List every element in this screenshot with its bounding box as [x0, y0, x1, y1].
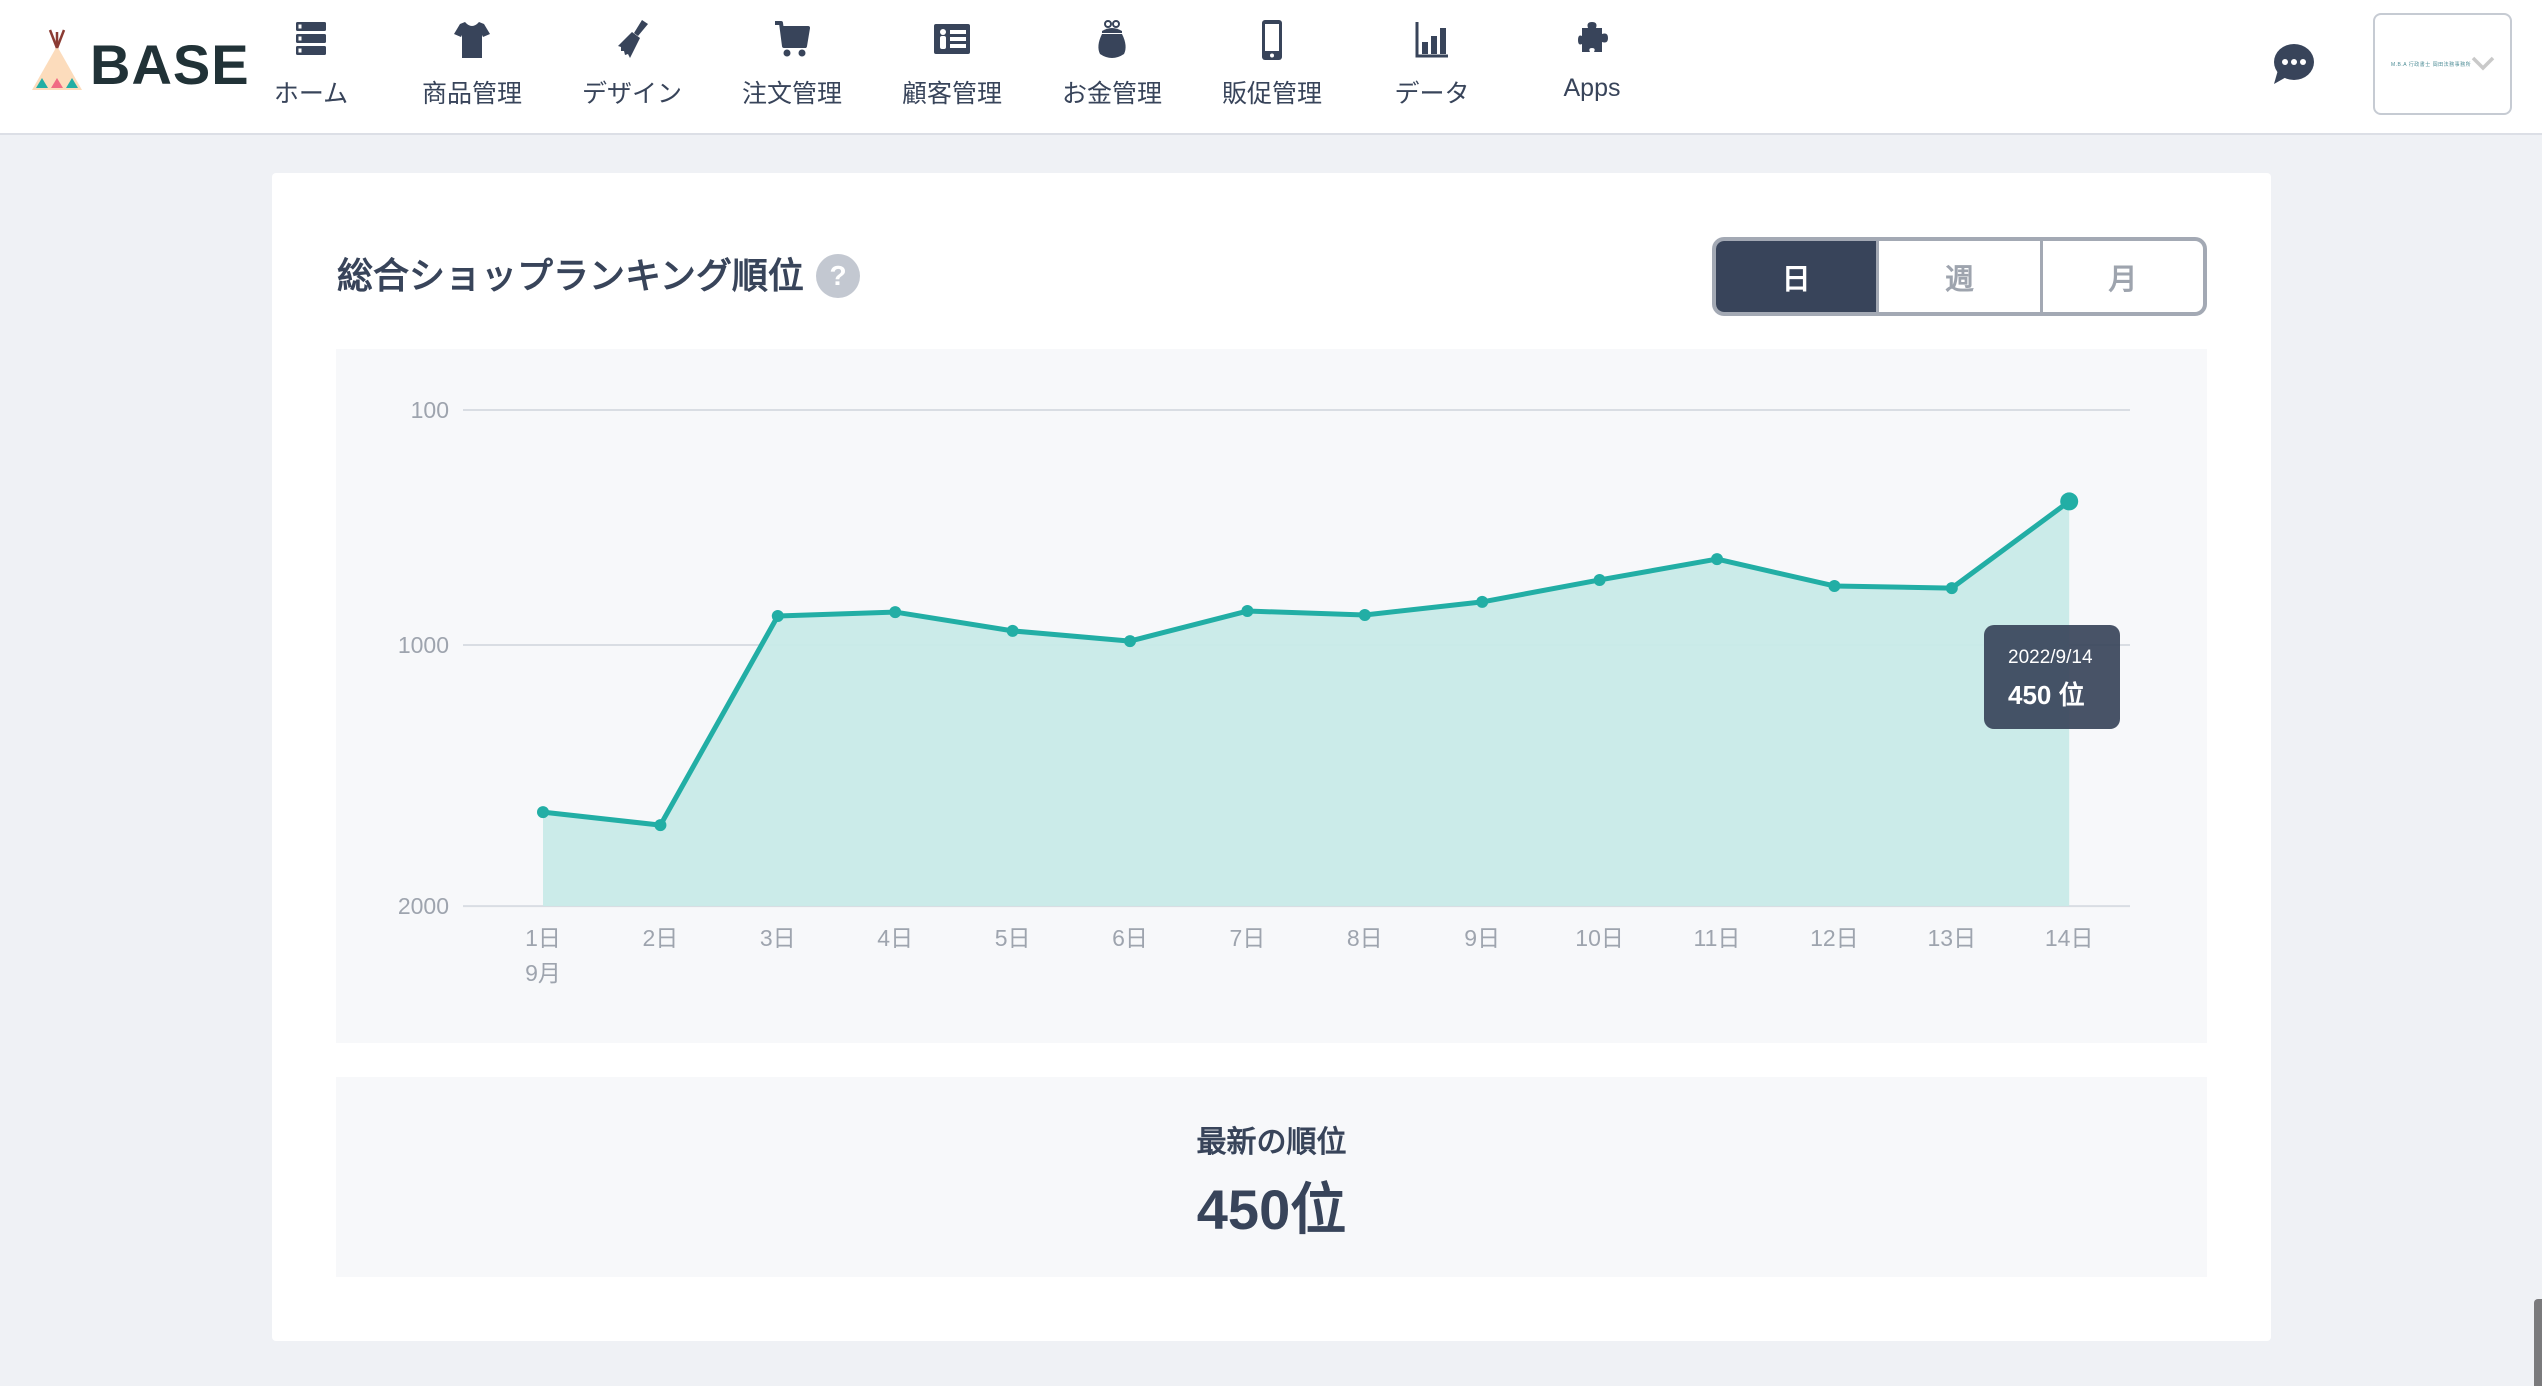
- nav-label: 販促管理: [1221, 80, 1322, 108]
- logo-text: BASE: [90, 33, 250, 96]
- data-point[interactable]: [2060, 492, 2079, 511]
- x-month-label: 9月: [525, 960, 561, 986]
- latest-rank-label: 最新の順位: [1196, 1126, 1347, 1159]
- nav-items[interactable]: 商品管理: [397, 18, 547, 118]
- server-stack-icon: [296, 22, 326, 55]
- x-tick-label: 5日: [995, 925, 1031, 951]
- chart-tooltip: 2022/9/14 450 位: [1984, 625, 2120, 729]
- data-point[interactable]: [537, 806, 549, 819]
- x-tick-label: 13日: [1928, 925, 1977, 951]
- series-area: [543, 501, 2070, 907]
- data-point[interactable]: [1241, 605, 1254, 618]
- bar-chart-icon: [1415, 22, 1448, 58]
- data-point[interactable]: [1828, 579, 1841, 592]
- nav-customers[interactable]: 顧客管理: [877, 18, 1027, 118]
- tooltip-date: 2022/9/14: [2008, 647, 2093, 668]
- tab-day[interactable]: 日: [1716, 241, 1877, 312]
- x-tick-label: 7日: [1230, 925, 1266, 951]
- x-tick-label: 2日: [643, 925, 679, 951]
- page-scrollbar[interactable]: [2534, 1299, 2542, 1386]
- data-point[interactable]: [1124, 635, 1136, 648]
- nav-home[interactable]: ホーム: [236, 18, 386, 118]
- chat-bubble-icon[interactable]: [2270, 42, 2316, 86]
- top-header: BASE ホーム 商品管理 デザイン 注文管理 顧客管理 お金管理 販促管理 デ…: [0, 0, 2542, 135]
- nav-label: Apps: [1563, 74, 1621, 102]
- cart-icon: [775, 21, 810, 57]
- nav-label: デザイン: [581, 80, 682, 108]
- nav-promotion[interactable]: 販促管理: [1197, 18, 1347, 118]
- period-toggle: 日 週 月: [1712, 237, 2207, 316]
- x-tick-label: 12日: [1810, 925, 1859, 951]
- data-point[interactable]: [1593, 573, 1606, 586]
- y-tick-label: 100: [411, 397, 449, 423]
- id-card-icon: [934, 24, 970, 54]
- nav-label: データ: [1394, 80, 1470, 108]
- tab-week[interactable]: 週: [1876, 241, 2039, 312]
- nav-orders[interactable]: 注文管理: [717, 18, 867, 118]
- x-tick-label: 8日: [1347, 925, 1383, 951]
- tab-month[interactable]: 月: [2039, 241, 2203, 312]
- nav-data[interactable]: データ: [1357, 18, 1507, 118]
- y-tick-label: 2000: [398, 893, 449, 919]
- ranking-card: 総合ショップランキング順位 ? 日 週 月 100 1000 2000 1日 2日 3日…: [272, 173, 2271, 1341]
- x-tick-label: 1日: [525, 925, 561, 951]
- paintbrush-icon: [618, 20, 648, 58]
- tooltip-value: 450 位: [2008, 680, 2085, 710]
- nav-label: お金管理: [1061, 80, 1162, 108]
- chart-svg: 100 1000 2000 1日 2日 3日 4日 5日 6日 7日 8日 9日 10日 11日 12日 1…: [398, 397, 2130, 986]
- nav-label: ホーム: [273, 80, 349, 108]
- nav-label: 商品管理: [421, 80, 522, 108]
- y-tick-label: 1000: [398, 632, 449, 658]
- teepee-logo-icon: [32, 29, 82, 90]
- latest-rank-panel: 最新の順位 450位: [336, 1077, 2207, 1277]
- nav-money[interactable]: お金管理: [1037, 18, 1187, 118]
- x-tick-label: 4日: [877, 925, 913, 951]
- chevron-down-icon: [2471, 56, 2495, 71]
- data-point[interactable]: [1945, 582, 1958, 595]
- puzzle-icon: [1578, 22, 1608, 52]
- nav-label: 注文管理: [741, 80, 842, 108]
- data-point[interactable]: [654, 819, 667, 832]
- data-point[interactable]: [1006, 624, 1019, 637]
- data-point[interactable]: [771, 610, 784, 623]
- nav-design[interactable]: デザイン: [557, 18, 707, 118]
- x-tick-label: 6日: [1112, 925, 1148, 951]
- x-tick-label: 14日: [2045, 925, 2094, 951]
- tshirt-icon: [454, 22, 490, 58]
- x-tick-label: 3日: [760, 925, 796, 951]
- x-tick-label: 9日: [1464, 925, 1500, 951]
- nav-apps[interactable]: Apps: [1517, 18, 1667, 118]
- base-logo[interactable]: BASE: [30, 28, 249, 98]
- x-tick-label: 11日: [1694, 925, 1741, 951]
- shop-switcher[interactable]: M.B.A 行政書士 岡田法務事務所: [2373, 13, 2512, 115]
- ranking-chart: 100 1000 2000 1日 2日 3日 4日 5日 6日 7日 8日 9日 10日 11日 12日 1…: [336, 349, 2207, 1043]
- data-point[interactable]: [1476, 595, 1489, 608]
- card-title: 総合ショップランキング順位: [337, 255, 804, 296]
- data-point[interactable]: [889, 606, 902, 619]
- latest-rank-value: 450位: [1196, 1178, 1347, 1241]
- shop-name: M.B.A 行政書士 岡田法務事務所: [2391, 62, 2472, 68]
- help-icon[interactable]: ?: [816, 254, 860, 298]
- data-point[interactable]: [1358, 608, 1371, 621]
- purse-icon: [1098, 20, 1126, 58]
- data-point[interactable]: [1711, 553, 1723, 566]
- smartphone-icon: [1262, 20, 1282, 60]
- x-tick-label: 10日: [1575, 925, 1624, 951]
- nav-label: 顧客管理: [901, 80, 1002, 108]
